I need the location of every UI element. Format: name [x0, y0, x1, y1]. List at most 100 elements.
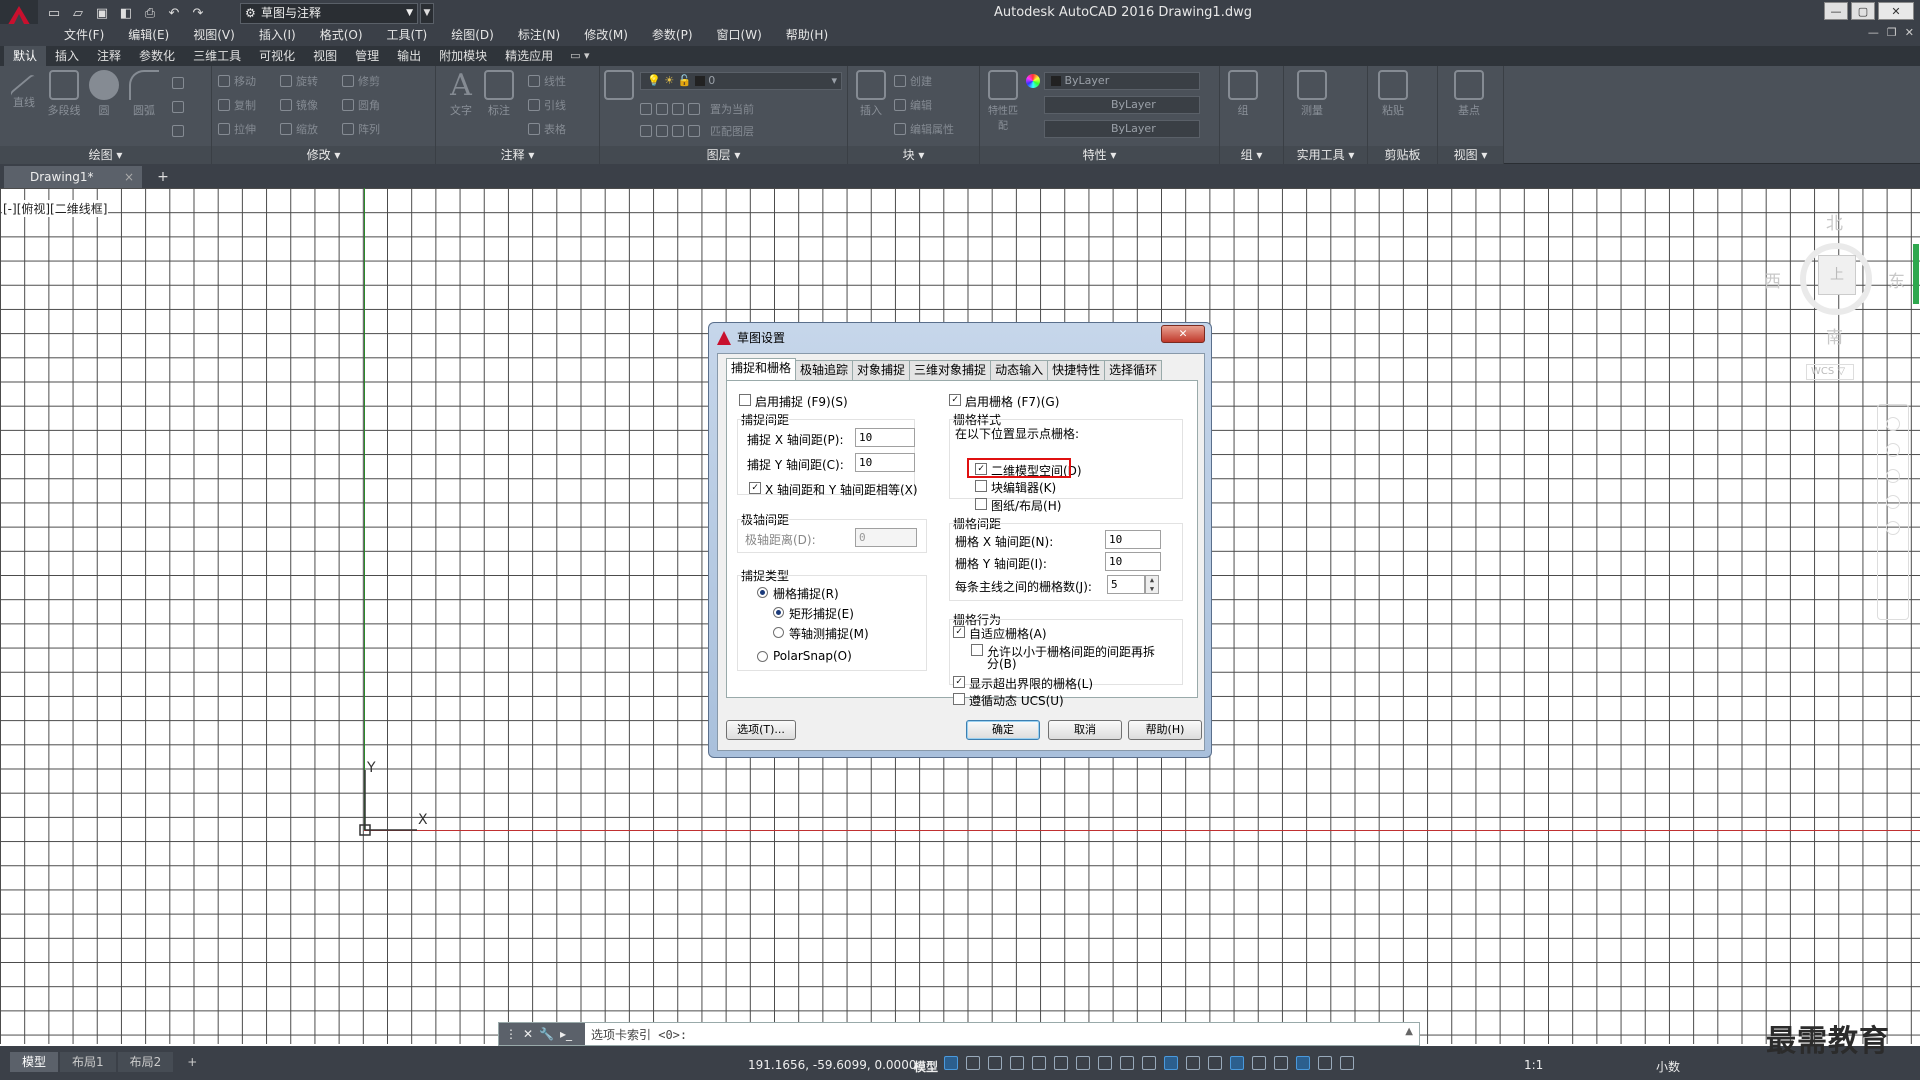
wcs-dropdown[interactable]: WCS ▽	[1806, 364, 1854, 380]
auto-scale-icon[interactable]	[1318, 1056, 1332, 1070]
tab-quick-properties[interactable]: 快捷特性	[1047, 360, 1106, 380]
menu-format[interactable]: 格式(O)	[308, 24, 375, 46]
match-layer-label[interactable]: 匹配图层	[710, 123, 754, 139]
annotation-scale-icon[interactable]	[1340, 1056, 1354, 1070]
dialog-titlebar[interactable]: 草图设置 ✕	[709, 323, 1211, 351]
new-file-icon[interactable]: ▭	[44, 4, 64, 24]
enable-grid-checkbox[interactable]: ✓	[949, 394, 961, 406]
tab-annotate[interactable]: 注释	[88, 46, 130, 66]
layer-on-icon[interactable]	[640, 125, 652, 137]
circle-button[interactable]: 圆	[86, 70, 122, 118]
file-tab-drawing1[interactable]: Drawing1* ×	[4, 166, 142, 188]
ortho-mode-icon[interactable]	[1032, 1056, 1046, 1070]
linear-tool[interactable]: 线性	[528, 72, 566, 90]
viewport-controls-label[interactable]: [-][俯视][二维线框]	[2, 200, 109, 217]
viewcube-south[interactable]: 南	[1826, 323, 1843, 348]
wrench-icon[interactable]: 🔧	[539, 1027, 554, 1041]
measure-button[interactable]: 测量	[1294, 70, 1330, 118]
region-tool[interactable]	[172, 122, 184, 140]
layout-tab-2[interactable]: 布局2	[117, 1052, 174, 1072]
tab-visualize[interactable]: 可视化	[250, 46, 304, 66]
menu-file[interactable]: 文件(F)	[52, 24, 116, 46]
edit-attributes-tool[interactable]: 编辑属性	[894, 120, 954, 138]
menu-dimension[interactable]: 标注(N)	[506, 24, 572, 46]
viewcube-east[interactable]: 东	[1888, 267, 1905, 292]
scale-tool[interactable]: 缩放	[280, 120, 318, 138]
tab-close-icon[interactable]: ×	[124, 166, 134, 188]
viewcube-north[interactable]: 北	[1826, 209, 1843, 234]
layer-properties-button[interactable]	[604, 70, 634, 102]
object-snap-icon[interactable]	[1120, 1056, 1134, 1070]
drawing-restore-icon[interactable]: ❐	[1887, 26, 1897, 39]
set-current-label[interactable]: 置为当前	[710, 101, 754, 117]
qat-customize-button[interactable]: ▼	[420, 3, 434, 24]
iso-snap-radio[interactable]	[773, 627, 784, 638]
annotation-visibility-icon[interactable]	[1296, 1056, 1310, 1070]
drawing-close-icon[interactable]: ✕	[1905, 26, 1914, 39]
polar-snap-radio[interactable]	[757, 651, 768, 662]
cancel-button[interactable]: 取消	[1048, 720, 1122, 740]
tab-3d-object-snap[interactable]: 三维对象捕捉	[909, 360, 992, 380]
panel-modify-title[interactable]: 修改 ▾	[212, 146, 435, 164]
workspace-dropdown[interactable]: ⚙ 草图与注释 ▼	[240, 3, 418, 24]
rotate-tool[interactable]: 旋转	[280, 72, 318, 90]
grid-x-input[interactable]: 10	[1105, 530, 1161, 549]
snap-x-input[interactable]: 10	[855, 428, 915, 447]
arc-button[interactable]: 圆弧	[126, 70, 162, 118]
grid-snap-radio[interactable]	[757, 587, 768, 598]
save-icon[interactable]: ▣	[92, 4, 112, 24]
tab-featured-apps[interactable]: 精选应用	[496, 46, 562, 66]
navbar-scroll-handle[interactable]	[1913, 244, 1919, 304]
match-properties-button[interactable]: 特性匹配	[986, 70, 1020, 132]
model-space-button[interactable]: 模型	[914, 1058, 938, 1075]
base-point-button[interactable]: 基点	[1452, 70, 1486, 118]
leader-tool[interactable]: 引线	[528, 96, 566, 114]
layer-unlock-icon[interactable]	[688, 125, 700, 137]
zoom-icon[interactable]	[1886, 469, 1900, 483]
color-dropdown[interactable]: ByLayer	[1044, 72, 1200, 90]
tab-polar-tracking[interactable]: 极轴追踪	[795, 360, 854, 380]
stretch-tool[interactable]: 拉伸	[218, 120, 256, 138]
linetype-dropdown[interactable]: ByLayer	[1044, 96, 1200, 114]
array-tool[interactable]: 阵列	[342, 120, 380, 138]
selection-cycling-icon[interactable]	[1186, 1056, 1200, 1070]
panel-view-title[interactable]: 视图 ▾	[1438, 146, 1503, 164]
menu-tools[interactable]: 工具(T)	[375, 24, 440, 46]
insert-block-button[interactable]: 插入	[854, 70, 888, 118]
gizmo-icon[interactable]	[1274, 1056, 1288, 1070]
polar-tracking-icon[interactable]	[1054, 1056, 1068, 1070]
infer-constraints-icon[interactable]	[988, 1056, 1002, 1070]
selection-filter-icon[interactable]	[1252, 1056, 1266, 1070]
viewcube-top-face[interactable]: 上	[1818, 255, 1856, 295]
panel-properties-title[interactable]: 特性 ▾	[980, 146, 1219, 164]
isometric-drafting-icon[interactable]	[1076, 1056, 1090, 1070]
steering-wheel-icon[interactable]	[1886, 417, 1900, 431]
dimension-button[interactable]: 标注	[482, 70, 516, 118]
enable-snap-checkbox[interactable]	[739, 394, 751, 406]
menu-view[interactable]: 视图(V)	[181, 24, 247, 46]
menu-help[interactable]: 帮助(H)	[774, 24, 840, 46]
polyline-button[interactable]: 多段线	[44, 70, 84, 118]
grid-y-input[interactable]: 10	[1105, 552, 1161, 571]
allow-subdivision-checkbox[interactable]	[971, 644, 983, 656]
tab-3d-tools[interactable]: 三维工具	[184, 46, 250, 66]
trim-tool[interactable]: 修剪	[342, 72, 380, 90]
panel-draw-title[interactable]: 绘图 ▾	[0, 146, 211, 164]
layer-isolate-icon[interactable]	[656, 103, 668, 115]
layout-tab-1[interactable]: 布局1	[60, 1052, 116, 1072]
viewcube[interactable]: 北 西 东 南 上	[1760, 205, 1910, 375]
move-tool[interactable]: 移动	[218, 72, 256, 90]
panel-clipboard-title[interactable]: 剪贴板	[1368, 146, 1437, 164]
transparency-icon[interactable]	[1164, 1056, 1178, 1070]
snap-mode-icon[interactable]	[966, 1056, 980, 1070]
display-beyond-limits-checkbox[interactable]: ✓	[953, 676, 965, 688]
command-line[interactable]: ⋮ ✕ 🔧 ▸_ 选项卡索引 <0>: ▲	[498, 1022, 1420, 1046]
menu-insert[interactable]: 插入(I)	[247, 24, 308, 46]
adaptive-grid-checkbox[interactable]: ✓	[953, 626, 965, 638]
tab-view[interactable]: 视图	[304, 46, 346, 66]
annotation-scale-value[interactable]: 1:1	[1524, 1058, 1543, 1072]
dialog-close-button[interactable]: ✕	[1161, 325, 1205, 343]
layer-off-icon[interactable]	[640, 103, 652, 115]
new-tab-button[interactable]: +	[152, 166, 174, 188]
panel-annotate-title[interactable]: 注释 ▾	[436, 146, 599, 164]
